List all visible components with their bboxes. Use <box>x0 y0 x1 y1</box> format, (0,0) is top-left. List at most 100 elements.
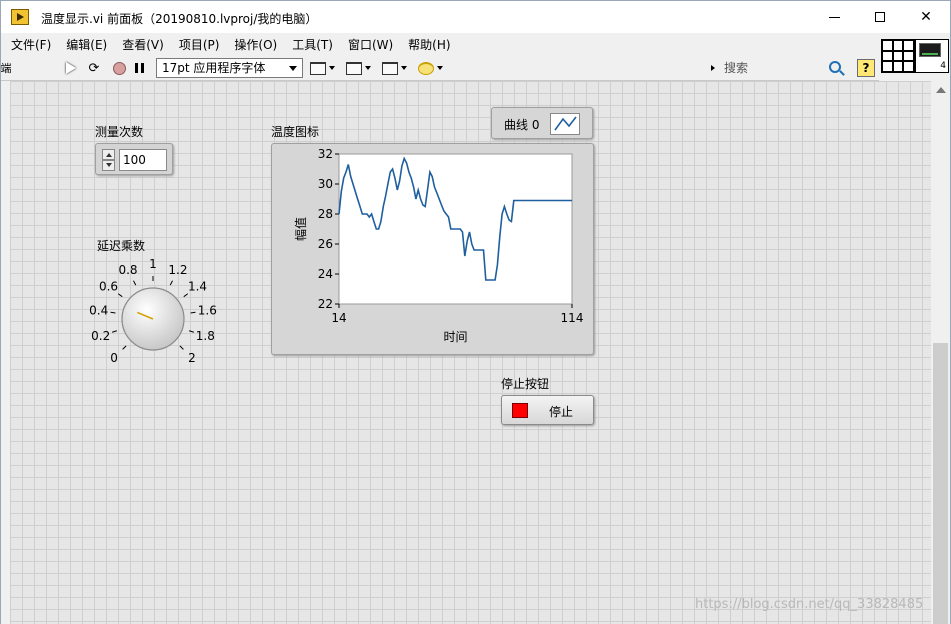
knob-tick-label: 0.4 <box>89 303 108 317</box>
run-button[interactable] <box>63 59 79 77</box>
minimize-button[interactable] <box>811 1 857 33</box>
connector-terminal[interactable] <box>892 50 904 62</box>
stop-button-text: 停止 <box>549 405 574 419</box>
increment-icon[interactable] <box>102 149 115 160</box>
resize-objects-icon <box>382 61 398 75</box>
search-icon[interactable] <box>829 61 841 73</box>
oscilloscope-icon <box>919 43 941 57</box>
distribute-objects-button[interactable] <box>346 60 376 76</box>
connector-terminal[interactable] <box>882 61 893 72</box>
chart-title: 温度图标 <box>271 125 320 139</box>
menu-window[interactable]: 窗口(W) <box>348 36 393 53</box>
knob-tick-label: 0.6 <box>99 280 118 294</box>
toolbar-clipped-label: 端 <box>1 62 11 75</box>
chevron-down-icon <box>329 66 335 70</box>
stop-button-label: 停止按钮 <box>501 377 550 391</box>
search-box[interactable]: 搜索 <box>711 58 851 78</box>
knob-tick-label: 0.8 <box>118 263 137 277</box>
knob-tick-label: 0.2 <box>91 329 110 343</box>
stop-button[interactable]: 停止 <box>501 395 594 425</box>
knob-tick-label: 1.8 <box>196 329 215 343</box>
font-select-value: 17pt 应用程序字体 <box>162 61 266 75</box>
x-tick-label: 114 <box>561 311 584 325</box>
knob-tick-mark <box>169 280 173 286</box>
toolbar: 端 ⟳ 17pt 应用程序字体 搜索 ? <box>1 55 879 81</box>
y-tick-label: 28 <box>318 207 333 221</box>
line-swatch-icon <box>554 116 577 131</box>
pause-icon <box>134 63 144 73</box>
delay-knob[interactable]: 0 0.2 0.4 0.6 0.8 1 1.2 1.4 1.6 1.8 2 <box>81 251 231 381</box>
scrollbar-thumb[interactable] <box>933 343 948 624</box>
measure-count-input[interactable]: 100 <box>119 149 167 171</box>
distribute-objects-icon <box>346 61 362 75</box>
chevron-down-icon <box>401 66 407 70</box>
connector-terminal[interactable] <box>903 61 914 72</box>
knob-svg[interactable]: 00.2 0.4 0.60.8 1 1.21.4 1.6 1.82 <box>81 251 231 381</box>
menu-file[interactable]: 文件(F) <box>11 36 51 53</box>
knob-tick-mark <box>183 293 189 298</box>
run-continuously-button[interactable]: ⟳ <box>85 59 103 77</box>
chart-svg[interactable]: 32 30 28 26 24 2214 114 时间 幅值 <box>272 144 593 354</box>
search-expand-icon <box>711 65 715 71</box>
x-axis-label: 时间 <box>443 330 467 344</box>
stop-led-indicator <box>512 403 528 418</box>
legend-series-name: 曲线 0 <box>504 118 540 132</box>
knob-tick-label: 1.4 <box>188 280 207 294</box>
menu-edit[interactable]: 编辑(E) <box>66 36 107 53</box>
connector-terminal[interactable] <box>892 61 904 72</box>
font-select[interactable]: 17pt 应用程序字体 <box>156 58 303 78</box>
legend-plot-swatch[interactable] <box>550 113 580 135</box>
knob-tick-label: 2 <box>188 351 196 365</box>
resize-objects-button[interactable] <box>382 60 412 76</box>
chevron-down-icon <box>437 66 443 70</box>
labview-vi-icon <box>11 9 29 25</box>
connector-pane[interactable] <box>881 39 915 73</box>
x-tick-label: 14 <box>331 311 346 325</box>
align-objects-button[interactable] <box>310 60 340 76</box>
abort-icon <box>112 61 126 75</box>
y-tick-label: 22 <box>318 297 333 311</box>
scroll-up-icon[interactable] <box>936 87 946 93</box>
title-bar: 温度显示.vi 前面板（20190810.lvproj/我的电脑） ✕ <box>1 1 950 33</box>
connector-terminal[interactable] <box>903 40 914 51</box>
window-title: 温度显示.vi 前面板（20190810.lvproj/我的电脑） <box>41 12 318 26</box>
maximize-button[interactable] <box>857 1 903 33</box>
knob-tick-mark <box>133 280 137 286</box>
reorder-icon <box>418 61 434 75</box>
plot-legend[interactable]: 曲线 0 <box>491 107 593 139</box>
vi-icon-editor[interactable]: 4 <box>915 39 949 73</box>
measure-count-control[interactable]: 100 <box>95 143 173 175</box>
connector-terminal[interactable] <box>892 40 904 51</box>
run-arrow-icon <box>66 62 76 74</box>
knob-tick-mark <box>111 330 118 333</box>
close-button[interactable]: ✕ <box>903 1 949 33</box>
reorder-button[interactable] <box>418 60 448 76</box>
labview-front-panel-window: 温度显示.vi 前面板（20190810.lvproj/我的电脑） ✕ 文件(F… <box>0 0 951 624</box>
knob-tick-label: 1.6 <box>198 303 217 317</box>
menu-operate[interactable]: 操作(O) <box>234 36 277 53</box>
vertical-scrollbar[interactable] <box>931 81 950 624</box>
knob-tick-mark <box>122 345 127 350</box>
menu-project[interactable]: 项目(P) <box>179 36 220 53</box>
left-gutter <box>1 81 10 624</box>
decrement-icon[interactable] <box>102 160 115 171</box>
pause-button[interactable] <box>132 59 146 77</box>
chevron-down-icon <box>289 66 297 71</box>
connector-terminal[interactable] <box>882 50 893 62</box>
abort-button[interactable] <box>110 59 128 77</box>
y-axis-label: 幅值 <box>293 217 308 241</box>
knob-tick-mark <box>188 330 195 333</box>
knob-tick-mark <box>190 311 196 314</box>
menu-view[interactable]: 查看(V) <box>122 36 164 53</box>
menu-help[interactable]: 帮助(H) <box>408 36 450 53</box>
minimize-icon <box>828 16 840 18</box>
menu-tools[interactable]: 工具(T) <box>292 36 333 53</box>
context-help-button[interactable]: ? <box>857 59 875 77</box>
knob-tick-mark <box>179 345 184 350</box>
connector-terminal[interactable] <box>882 40 893 51</box>
measure-count-label: 测量次数 <box>95 125 144 139</box>
connector-terminal[interactable] <box>903 50 914 62</box>
vi-icon-number: 4 <box>940 61 946 71</box>
align-objects-icon <box>310 61 326 75</box>
waveform-chart[interactable]: 32 30 28 26 24 22 14 114 时间 幅值 <box>271 143 594 355</box>
